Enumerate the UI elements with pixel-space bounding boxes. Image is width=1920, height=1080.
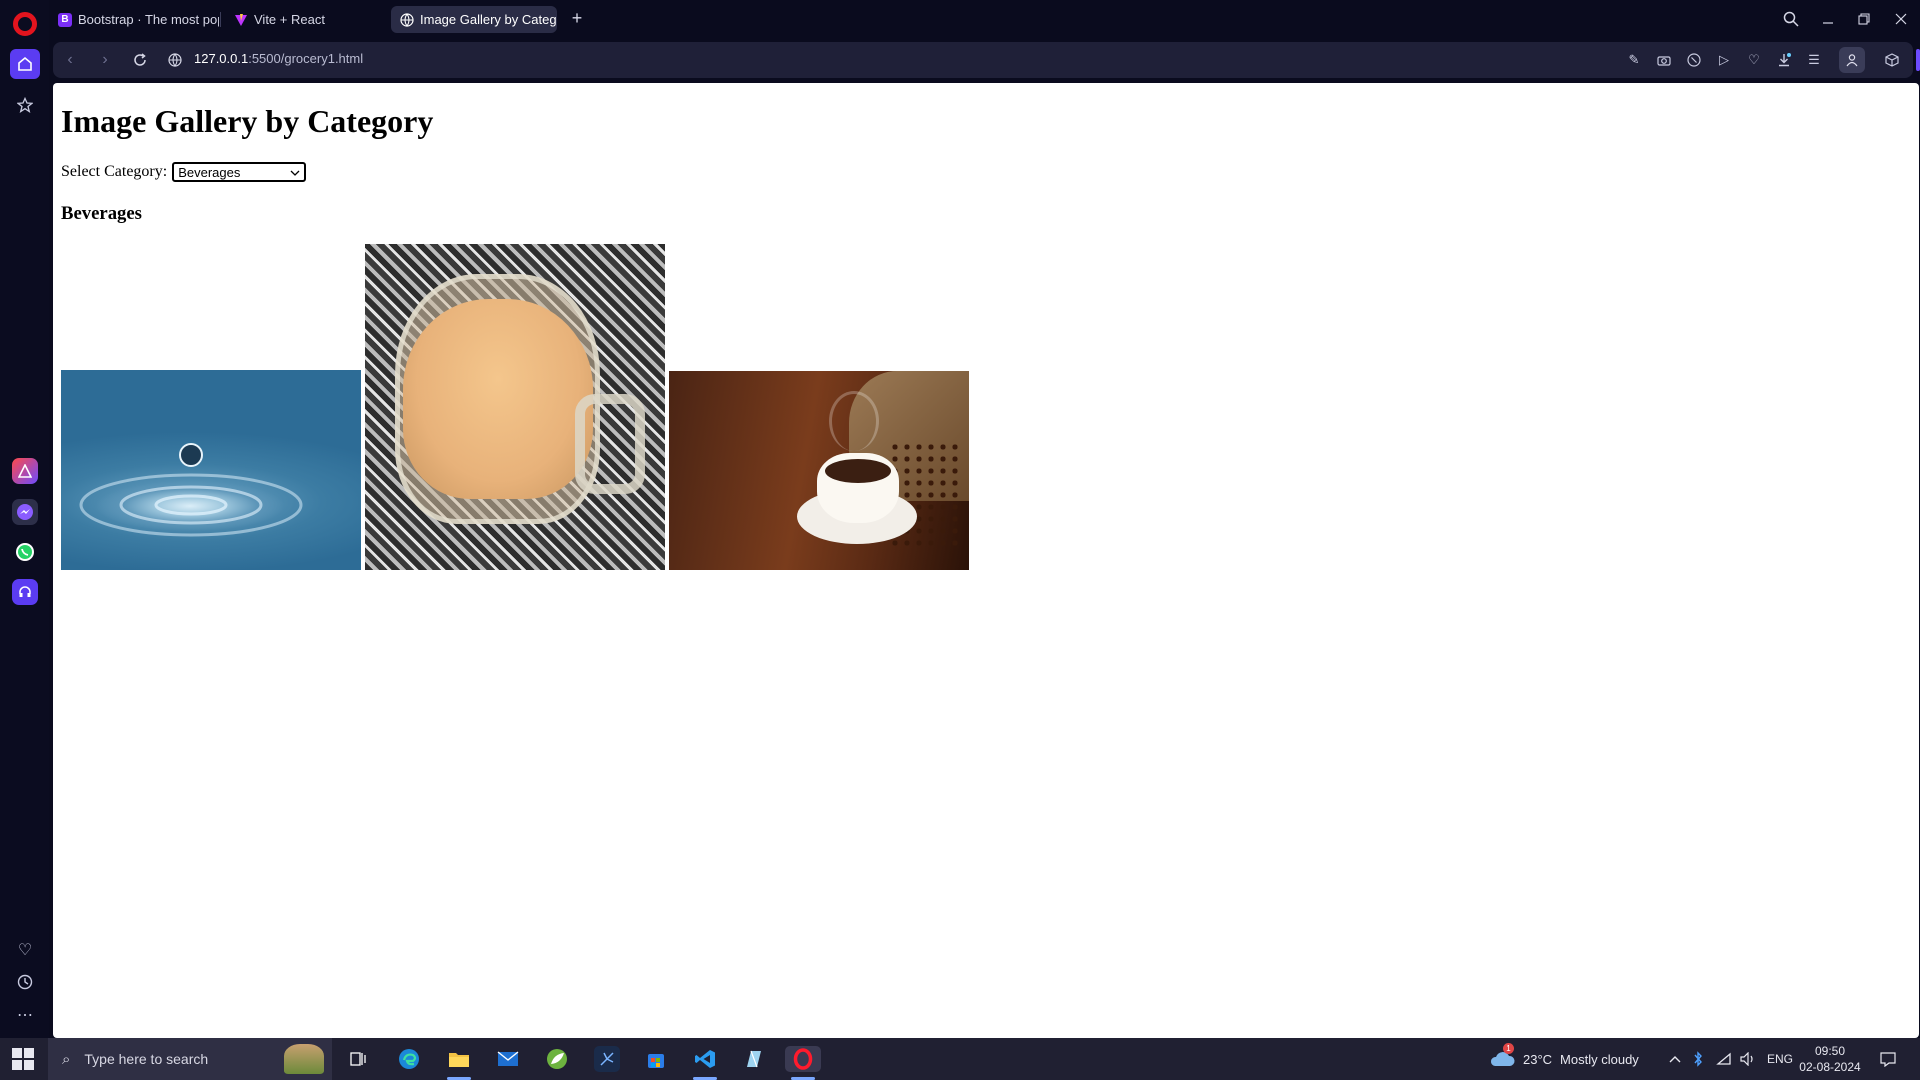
show-hidden-icons-chevron-icon[interactable] bbox=[1669, 1038, 1681, 1080]
tab-label: Bootstrap · The most popu bbox=[78, 12, 219, 27]
notification-center-icon[interactable] bbox=[1880, 1038, 1896, 1080]
mail-icon[interactable] bbox=[495, 1046, 521, 1072]
browser-search-icon[interactable] bbox=[1773, 6, 1809, 32]
pen-app-icon[interactable] bbox=[741, 1046, 767, 1072]
task-view-icon[interactable] bbox=[346, 1046, 372, 1072]
bootstrap-icon: B bbox=[58, 12, 72, 27]
address-toolbar: ‹ › 127.0.0.1:5500/grocery1.html ✎ ▷ ♡ ☰ bbox=[53, 42, 1913, 78]
bluetooth-icon[interactable] bbox=[1693, 1038, 1703, 1080]
category-heading: Beverages bbox=[61, 203, 142, 224]
opera-taskbar-icon[interactable] bbox=[785, 1046, 821, 1072]
adblock-shield-icon[interactable] bbox=[1684, 50, 1704, 70]
tea-glass-image bbox=[365, 244, 665, 570]
input-language[interactable]: ENG bbox=[1767, 1038, 1793, 1080]
tab-label: Image Gallery by Categor bbox=[420, 12, 557, 27]
page-viewport: Image Gallery by Category Select Categor… bbox=[53, 83, 1919, 1038]
back-icon[interactable]: ‹ bbox=[59, 49, 81, 71]
tab-label: Vite + React bbox=[254, 12, 325, 27]
url-path: :5500/grocery1.html bbox=[248, 51, 364, 66]
search-placeholder: Type here to search bbox=[84, 1051, 209, 1067]
clock-time: 09:50 bbox=[1814, 1044, 1846, 1058]
close-icon[interactable] bbox=[1883, 6, 1919, 32]
url-field[interactable]: 127.0.0.1:5500/grocery1.html bbox=[194, 51, 363, 66]
tab-vite[interactable]: Vite + React bbox=[225, 6, 385, 33]
browser-sidebar: ♡ ⋯ bbox=[0, 0, 49, 1038]
chevron-down-icon bbox=[290, 165, 300, 180]
url-host: 127.0.0.1 bbox=[194, 51, 249, 66]
headphones-icon[interactable] bbox=[12, 579, 38, 605]
search-highlight-image bbox=[284, 1044, 324, 1074]
selected-category-value: Beverages bbox=[178, 164, 241, 180]
search-icon: ⌕ bbox=[62, 1050, 71, 1068]
clock-date: 02-08-2024 bbox=[1799, 1060, 1861, 1074]
category-select[interactable]: Beverages bbox=[172, 162, 307, 182]
ide-app-icon[interactable] bbox=[594, 1046, 620, 1072]
home-icon[interactable] bbox=[10, 49, 40, 79]
weather-text: Mostly cloudy bbox=[1560, 1051, 1639, 1067]
microsoft-store-icon[interactable] bbox=[643, 1046, 669, 1072]
taskbar-search-box[interactable]: ⌕ Type here to search bbox=[48, 1038, 332, 1080]
windows-taskbar: ⌕ Type here to search 1 23°C Mostly clou… bbox=[0, 1038, 1920, 1080]
volume-icon[interactable] bbox=[1740, 1038, 1756, 1080]
forward-icon[interactable]: › bbox=[94, 49, 116, 71]
coffee-cup-image bbox=[669, 371, 969, 570]
restore-icon[interactable] bbox=[1846, 6, 1882, 32]
camera-icon[interactable] bbox=[1654, 50, 1674, 70]
opera-logo-icon[interactable] bbox=[13, 12, 37, 36]
weather-widget[interactable]: 1 23°C Mostly cloudy bbox=[1489, 1038, 1639, 1080]
taskbar-clock[interactable]: 09:50 02-08-2024 bbox=[1797, 1043, 1863, 1075]
file-explorer-icon[interactable] bbox=[446, 1046, 472, 1072]
reload-icon[interactable] bbox=[129, 49, 151, 71]
easy-setup-menu-icon[interactable]: ☰ bbox=[1804, 50, 1824, 70]
cloud-weather-icon: 1 bbox=[1489, 1042, 1515, 1070]
snapshot-edit-icon[interactable]: ✎ bbox=[1624, 50, 1644, 70]
sidebar-accent-bar bbox=[1916, 49, 1920, 71]
profile-avatar-icon[interactable] bbox=[1839, 47, 1865, 73]
downloads-icon[interactable] bbox=[1774, 50, 1794, 70]
site-info-globe-icon[interactable] bbox=[164, 49, 186, 71]
page-title: Image Gallery by Category bbox=[61, 103, 434, 139]
vscode-icon[interactable] bbox=[692, 1046, 718, 1072]
vite-icon bbox=[234, 13, 248, 27]
extensions-cube-icon[interactable] bbox=[1882, 50, 1902, 70]
tab-bootstrap[interactable]: B Bootstrap · The most popu bbox=[49, 6, 219, 33]
new-tab-plus-icon[interactable]: + bbox=[567, 9, 587, 29]
weather-badge: 1 bbox=[1503, 1042, 1514, 1054]
my-flow-heart-icon[interactable]: ♡ bbox=[1744, 50, 1764, 70]
select-category-label: Select Category: bbox=[61, 163, 168, 180]
messenger-icon[interactable] bbox=[12, 499, 38, 525]
spring-tool-leaf-icon[interactable] bbox=[544, 1046, 570, 1072]
weather-temp: 23°C bbox=[1523, 1051, 1553, 1067]
whatsapp-icon[interactable] bbox=[12, 539, 38, 565]
heart-icon[interactable]: ♡ bbox=[12, 937, 38, 963]
tab-image-gallery[interactable]: Image Gallery by Categor bbox=[391, 6, 557, 33]
globe-icon bbox=[400, 12, 414, 27]
player-play-icon[interactable]: ▷ bbox=[1714, 50, 1734, 70]
water-drop-image bbox=[61, 370, 361, 570]
edge-browser-icon[interactable] bbox=[396, 1046, 422, 1072]
history-clock-icon[interactable] bbox=[12, 969, 38, 995]
wifi-icon[interactable] bbox=[1716, 1038, 1732, 1080]
windows-start-icon[interactable] bbox=[12, 1048, 34, 1070]
tab-strip: B Bootstrap · The most popu Vite + React… bbox=[49, 0, 1920, 38]
category-select-row: Select Category: Beverages bbox=[61, 162, 307, 182]
minimize-icon[interactable] bbox=[1810, 6, 1846, 32]
more-options-icon[interactable]: ⋯ bbox=[12, 1002, 38, 1028]
star-icon[interactable] bbox=[10, 90, 40, 120]
aria-ai-icon[interactable] bbox=[12, 458, 38, 484]
